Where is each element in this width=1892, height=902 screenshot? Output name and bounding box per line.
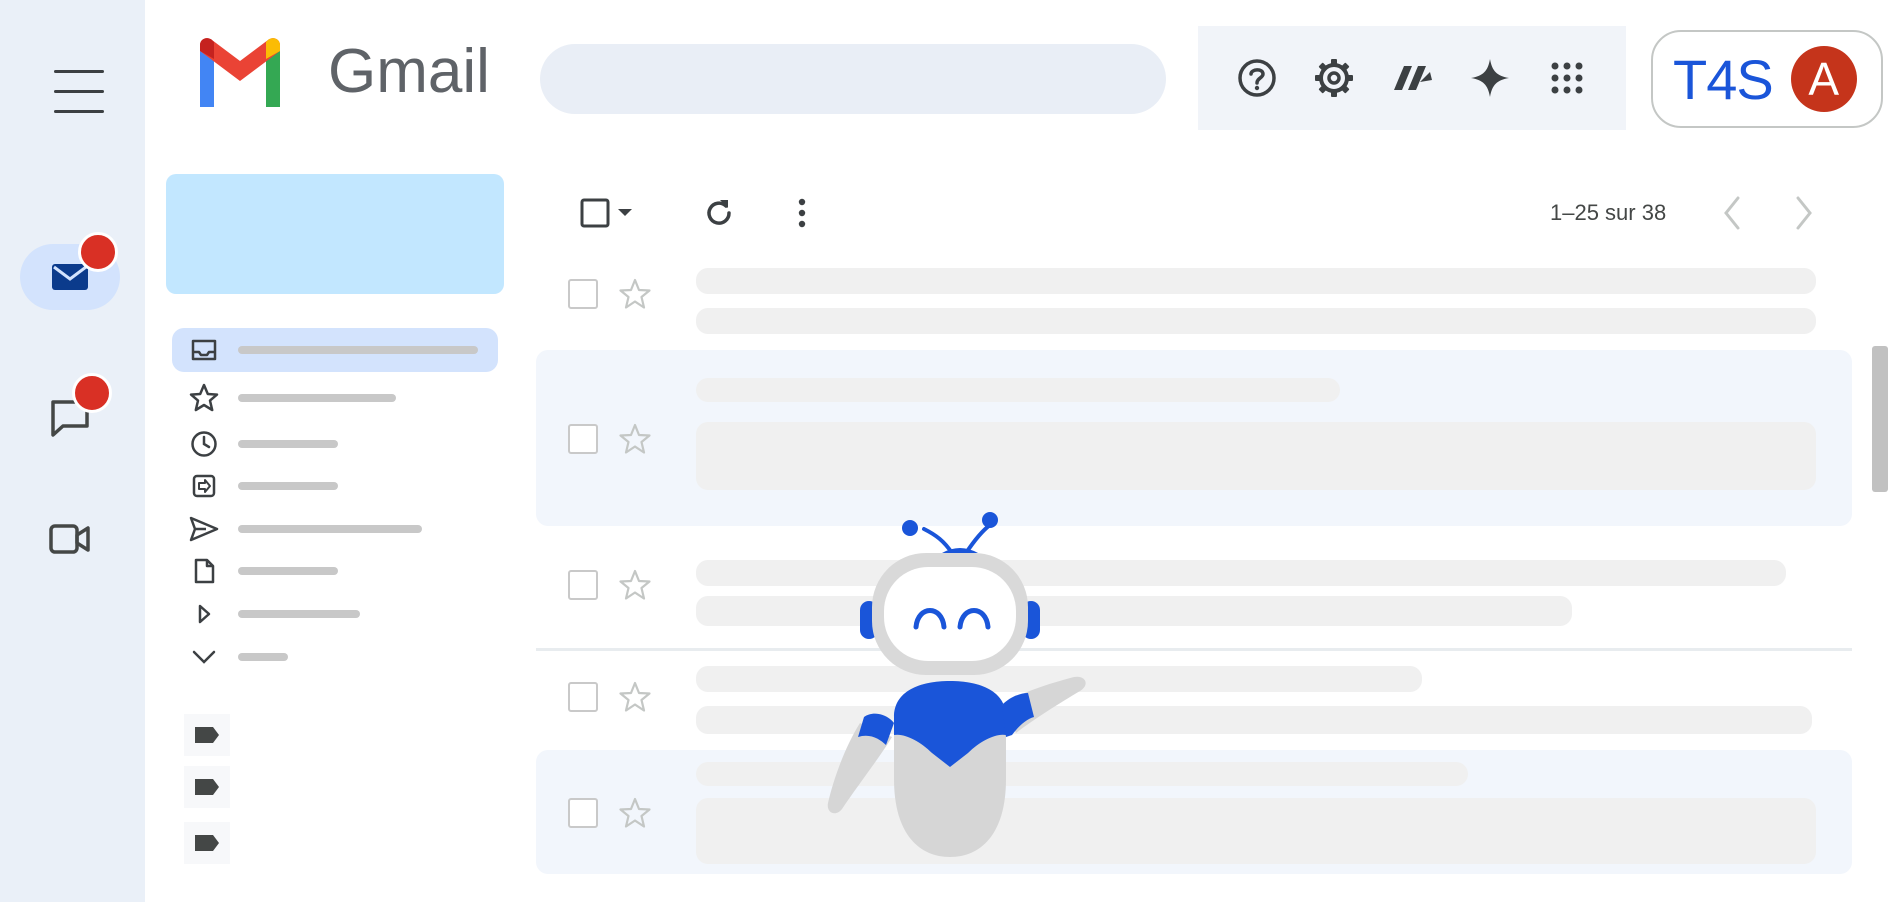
more-actions-button[interactable] [780, 190, 824, 236]
star-icon[interactable] [618, 796, 652, 830]
star-icon[interactable] [618, 568, 652, 602]
nav-item-inbox[interactable] [172, 328, 498, 372]
label-icon [195, 727, 219, 743]
rail-chat-button[interactable] [20, 373, 120, 451]
label-item[interactable] [184, 714, 230, 756]
draft-file-icon [194, 558, 215, 584]
app-rail [0, 0, 145, 902]
label-icon [195, 835, 219, 851]
mail-row[interactable] [536, 262, 1852, 348]
mail-row[interactable] [536, 750, 1852, 874]
subject-skeleton [696, 378, 1340, 402]
google-apps-grid-icon [1551, 62, 1583, 94]
label-important-icon [192, 474, 216, 498]
nav-label-placeholder [238, 346, 478, 354]
arrow-right-icon [198, 604, 211, 624]
nav-item-expand[interactable] [172, 635, 498, 679]
snippet-skeleton [696, 308, 1816, 334]
chevron-left-icon [1724, 196, 1740, 230]
nav-label-placeholder [238, 394, 396, 402]
row-checkbox[interactable] [568, 570, 598, 600]
snippet-skeleton [696, 422, 1816, 490]
org-logo: T4S [1673, 47, 1774, 111]
help-button[interactable] [1229, 50, 1285, 106]
row-checkbox[interactable] [568, 682, 598, 712]
rail-meet-button[interactable] [20, 506, 120, 572]
video-camera-icon [49, 524, 90, 554]
star-icon[interactable] [618, 422, 652, 456]
mail-notification-badge [78, 232, 118, 272]
select-all-dropdown[interactable] [568, 190, 646, 236]
apps-extension-icon [1393, 66, 1432, 90]
nav-label-placeholder [238, 610, 360, 618]
gmail-logo[interactable]: Gmail [194, 36, 490, 107]
previous-page-button[interactable] [1710, 190, 1754, 236]
row-checkbox[interactable] [568, 798, 598, 828]
star-icon [189, 383, 219, 412]
chevron-down-icon [192, 650, 216, 664]
refresh-icon [707, 200, 731, 225]
list-divider [536, 648, 1852, 651]
row-checkbox[interactable] [568, 279, 598, 309]
compose-button[interactable] [166, 174, 504, 294]
extension-button[interactable] [1384, 50, 1440, 106]
chevron-right-icon [1796, 196, 1812, 230]
nav-item-important[interactable] [172, 464, 498, 508]
nav-label-placeholder [238, 440, 338, 448]
clock-icon [191, 431, 217, 457]
refresh-button[interactable] [694, 190, 744, 236]
nav-item-sent[interactable] [172, 507, 498, 551]
label-icon [195, 779, 219, 795]
account-switcher[interactable]: T4S A [1651, 30, 1883, 128]
header-actions [1198, 26, 1626, 130]
mail-row[interactable] [536, 350, 1852, 526]
checkbox-icon [580, 198, 610, 228]
gemini-button[interactable] [1462, 50, 1518, 106]
label-item[interactable] [184, 822, 230, 864]
help-icon [1238, 59, 1276, 97]
caret-down-icon [618, 209, 632, 216]
label-item[interactable] [184, 766, 230, 808]
nav-item-drafts[interactable] [172, 549, 498, 593]
send-icon [189, 516, 219, 542]
more-vert-icon [798, 198, 806, 228]
search-input[interactable] [540, 44, 1166, 114]
pagination-text: 1–25 sur 38 [1550, 200, 1667, 225]
robot-mascot [827, 512, 1086, 857]
avatar[interactable]: A [1790, 46, 1857, 112]
star-icon[interactable] [618, 680, 652, 714]
row-checkbox[interactable] [568, 424, 598, 454]
gmail-wordmark: Gmail [328, 37, 490, 106]
subject-skeleton [696, 268, 1816, 294]
gmail-m-icon [200, 37, 280, 107]
star-icon[interactable] [618, 277, 652, 311]
chat-notification-badge [72, 373, 112, 413]
next-page-button[interactable] [1782, 190, 1826, 236]
inbox-icon [191, 339, 217, 361]
mail-row[interactable] [536, 548, 1852, 642]
gemini-sparkle-icon [1470, 59, 1509, 97]
nav-item-starred[interactable] [172, 376, 498, 420]
settings-button[interactable] [1306, 50, 1362, 106]
nav-item-snoozed[interactable] [172, 422, 498, 466]
mail-list-toolbar: 1–25 sur 38 [560, 190, 1860, 236]
rail-mail-button[interactable] [20, 232, 120, 310]
google-apps-button[interactable] [1539, 50, 1595, 106]
main-menu-icon[interactable] [54, 68, 104, 116]
nav-label-placeholder [238, 525, 422, 533]
nav-label-placeholder [238, 482, 338, 490]
mail-row[interactable] [536, 656, 1852, 740]
nav-item-more[interactable] [172, 592, 498, 636]
nav-label-placeholder [238, 653, 288, 661]
nav-label-placeholder [238, 567, 338, 575]
settings-icon [1315, 59, 1354, 97]
gmail-window: Gmail T4S A 1–25 sur 38 [0, 0, 1892, 902]
scrollbar-thumb[interactable] [1872, 346, 1888, 492]
